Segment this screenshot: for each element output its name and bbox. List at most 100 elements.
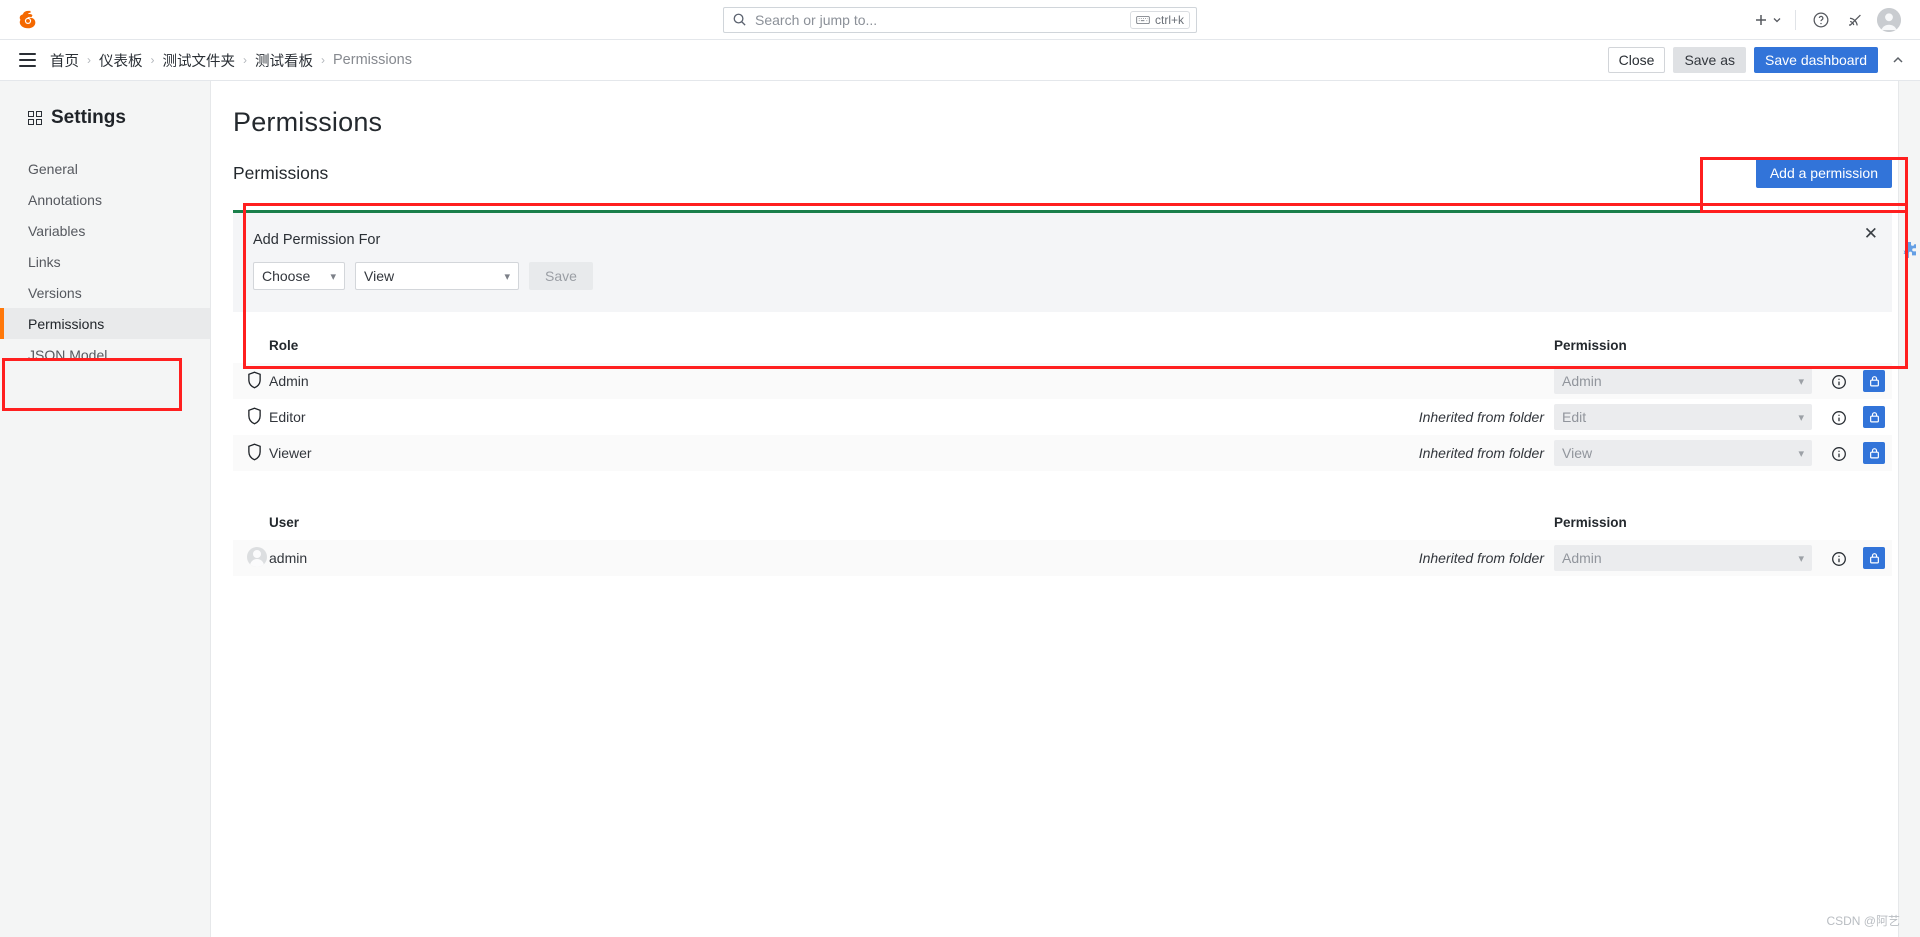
table-row: Viewer Inherited from folder View ▾: [233, 435, 1892, 471]
select-value: Edit: [1562, 409, 1587, 425]
permission-cell: View ▾: [1554, 435, 1822, 471]
sidebar-item-label: Variables: [28, 222, 86, 239]
info-cell: [1822, 363, 1856, 399]
rss-feed-icon[interactable]: [1838, 5, 1872, 35]
table-row: Admin Admin ▾: [233, 363, 1892, 399]
permission-target-select[interactable]: Choose ▾: [253, 262, 345, 290]
col-info: [1822, 330, 1856, 363]
sidebar-item-general[interactable]: General: [0, 153, 210, 184]
lock-icon[interactable]: [1863, 442, 1885, 464]
table-header-row: Role Permission: [233, 330, 1892, 363]
info-circle-icon[interactable]: [1831, 551, 1847, 567]
settings-header: Settings: [0, 107, 210, 129]
role-name: Admin: [269, 373, 309, 389]
create-new-button[interactable]: [1753, 5, 1787, 35]
sidebar-item-versions[interactable]: Versions: [0, 277, 210, 308]
sidebar-item-json-model[interactable]: JSON Model: [0, 339, 210, 370]
lock-cell: [1856, 435, 1892, 471]
select-value: Admin: [1562, 373, 1602, 389]
avatar[interactable]: [1872, 5, 1906, 35]
add-permission-panel: ✕ Add Permission For Choose ▾ View ▾ Sav…: [233, 210, 1892, 312]
breadcrumb-item-folder[interactable]: 测试文件夹: [163, 50, 236, 71]
info-circle-icon[interactable]: [1831, 410, 1847, 426]
page-title: Permissions: [233, 107, 383, 137]
permission-select[interactable]: Edit ▾: [1554, 404, 1812, 430]
sidebar-item-variables[interactable]: Variables: [0, 215, 210, 246]
chevron-up-icon[interactable]: [1886, 52, 1906, 68]
sidebar-item-label: Permissions: [28, 315, 105, 332]
shield-icon: [248, 371, 261, 388]
breadcrumb-separator: ›: [243, 53, 247, 67]
lock-cell: [1856, 540, 1892, 576]
sidebar-item-label: Versions: [28, 284, 82, 301]
lock-cell: [1856, 363, 1892, 399]
chevron-down-icon: ▾: [330, 270, 336, 283]
close-button[interactable]: Close: [1607, 47, 1666, 73]
save-permission-button[interactable]: Save: [529, 262, 593, 290]
table-row: Editor Inherited from folder Edit ▾: [233, 399, 1892, 435]
sidebar-item-annotations[interactable]: Annotations: [0, 184, 210, 215]
settings-page: Settings General Annotations Variables L…: [0, 81, 1920, 937]
permissions-section-header: Permissions Add a permission: [233, 158, 1892, 188]
breadcrumb-item-dashboard[interactable]: 测试看板: [255, 50, 313, 71]
search-input[interactable]: Search or jump to... ctrl+k: [723, 6, 1197, 33]
chevron-down-icon: [1773, 17, 1781, 22]
chevron-down-icon: ▾: [1798, 552, 1804, 565]
lock-icon[interactable]: [1863, 370, 1885, 392]
add-permission-form: Choose ▾ View ▾ Save: [253, 262, 1872, 290]
sidebar-item-permissions[interactable]: Permissions: [0, 308, 210, 339]
lock-cell: [1856, 399, 1892, 435]
breadcrumb-item-current: Permissions: [333, 52, 412, 68]
col-icon: [233, 330, 269, 363]
permission-level-select[interactable]: View ▾: [355, 262, 519, 290]
user-permissions-table: User Permission admin Inherited from fol…: [233, 507, 1892, 576]
grafana-logo-icon[interactable]: [0, 9, 56, 31]
info-circle-icon[interactable]: [1831, 446, 1847, 462]
chevron-down-icon: ▾: [1798, 411, 1804, 424]
permissions-content: Permissions Permissions Add a permission…: [211, 81, 1920, 937]
permission-select[interactable]: View ▾: [1554, 440, 1812, 466]
inherited-label: Inherited from folder: [1418, 445, 1544, 461]
col-permission: Permission: [1554, 338, 1627, 353]
close-icon[interactable]: ✕: [1864, 225, 1878, 242]
top-bar: Search or jump to... ctrl+k: [0, 0, 1920, 40]
sidebar-item-links[interactable]: Links: [0, 246, 210, 277]
info-circle-icon[interactable]: [1831, 374, 1847, 390]
table-row: admin Inherited from folder Admin ▾: [233, 540, 1892, 576]
role-name: Editor: [269, 409, 306, 425]
select-value: View: [1562, 445, 1593, 461]
global-search[interactable]: Search or jump to... ctrl+k: [723, 6, 1197, 33]
dashboard-actions: Close Save as Save dashboard: [1607, 47, 1906, 73]
info-cell: [1822, 435, 1856, 471]
role-name: Viewer: [269, 445, 312, 461]
hamburger-menu-icon[interactable]: [10, 43, 44, 77]
row-icon-cell: [233, 399, 269, 435]
lock-icon[interactable]: [1863, 547, 1885, 569]
permission-select[interactable]: Admin ▾: [1554, 368, 1812, 394]
lock-icon[interactable]: [1863, 406, 1885, 428]
help-circle-icon[interactable]: [1804, 5, 1838, 35]
settings-title-label: Settings: [51, 107, 126, 128]
chevron-down-icon: ▾: [1798, 447, 1804, 460]
sidebar-item-label: Annotations: [28, 191, 102, 208]
breadcrumb-bar: 首页 › 仪表板 › 测试文件夹 › 测试看板 › Permissions Cl…: [0, 40, 1920, 81]
info-cell: [1822, 399, 1856, 435]
col-lock: [1856, 330, 1892, 363]
permission-cell: Admin ▾: [1554, 363, 1822, 399]
select-value: Admin: [1562, 550, 1602, 566]
permission-select[interactable]: Admin ▾: [1554, 545, 1812, 571]
save-dashboard-button[interactable]: Save dashboard: [1754, 47, 1878, 73]
add-permission-button[interactable]: Add a permission: [1755, 158, 1892, 188]
col-role: Role: [269, 338, 299, 353]
inherited-label: Inherited from folder: [1418, 409, 1544, 425]
plus-icon: [1756, 14, 1766, 25]
shield-icon: [248, 407, 261, 424]
col-inherited: [576, 330, 1554, 363]
save-as-button[interactable]: Save as: [1673, 47, 1747, 73]
grid-apps-icon: [28, 111, 42, 125]
puzzle-extension-icon[interactable]: [1900, 241, 1918, 259]
section-title: Permissions: [233, 162, 329, 183]
breadcrumb-item-home[interactable]: 首页: [50, 50, 79, 71]
sidebar-item-label: Links: [28, 253, 61, 270]
breadcrumb-item-dashboards[interactable]: 仪表板: [99, 50, 143, 71]
